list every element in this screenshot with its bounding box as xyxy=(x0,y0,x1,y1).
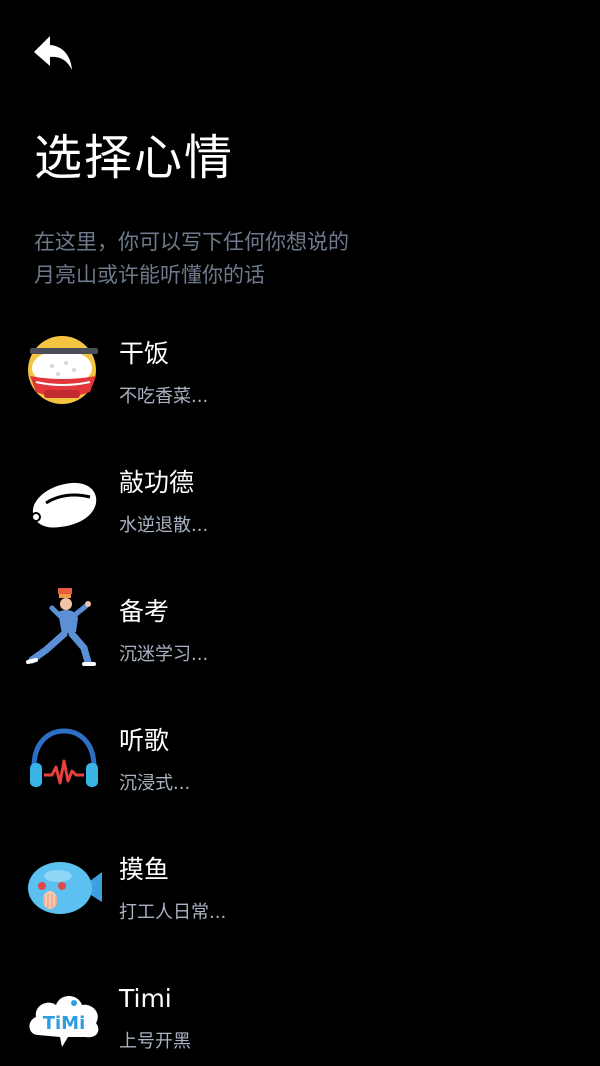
mood-title: 听歌 xyxy=(119,726,170,755)
rice-bowl-icon xyxy=(24,330,104,410)
mood-item-tingge[interactable]: 听歌 沉浸式... xyxy=(0,709,600,819)
mood-item-ganfan[interactable]: 干饭 不吃香菜... xyxy=(0,322,600,432)
mood-desc: 不吃香菜... xyxy=(119,386,209,407)
page-title: 选择心情 xyxy=(34,130,235,186)
mood-desc: 沉迷学习... xyxy=(119,644,209,665)
undo-arrow-icon xyxy=(34,36,72,70)
mood-select-screen: 选择心情 在这里，你可以写下任何你想说的 月亮山或许能听懂你的话 干饭 不吃香菜… xyxy=(0,0,600,1066)
mood-item-beikao[interactable]: 备考 沉迷学习... xyxy=(0,580,600,690)
wooden-fish-icon xyxy=(24,459,104,539)
mood-item-qiaogongde[interactable]: 敲功德 水逆退散... xyxy=(0,451,600,561)
mood-desc: 上号开黑 xyxy=(119,1031,191,1052)
mood-title: Timi xyxy=(119,984,172,1013)
timi-logo-text: TiMi xyxy=(43,1013,86,1034)
mood-desc: 沉浸式... xyxy=(119,773,191,794)
intro-line-2: 月亮山或许能听懂你的话 xyxy=(34,263,265,287)
mood-title: 备考 xyxy=(119,597,170,626)
mood-title: 干饭 xyxy=(119,339,170,368)
mood-item-moyu[interactable]: 摸鱼 打工人日常... xyxy=(0,838,600,948)
intro-text: 在这里，你可以写下任何你想说的 月亮山或许能听懂你的话 xyxy=(34,226,349,292)
intro-line-1: 在这里，你可以写下任何你想说的 xyxy=(34,230,349,254)
timi-cloud-icon: TiMi xyxy=(24,975,104,1055)
mood-desc: 水逆退散... xyxy=(119,515,209,536)
headphones-icon xyxy=(24,717,104,797)
back-button[interactable] xyxy=(30,32,78,76)
fish-icon xyxy=(24,846,104,926)
student-stretch-icon xyxy=(24,588,104,668)
mood-item-timi[interactable]: TiMi Timi 上号开黑 xyxy=(0,967,600,1066)
mood-desc: 打工人日常... xyxy=(119,902,227,923)
mood-title: 摸鱼 xyxy=(119,855,170,884)
mood-title: 敲功德 xyxy=(119,468,195,497)
